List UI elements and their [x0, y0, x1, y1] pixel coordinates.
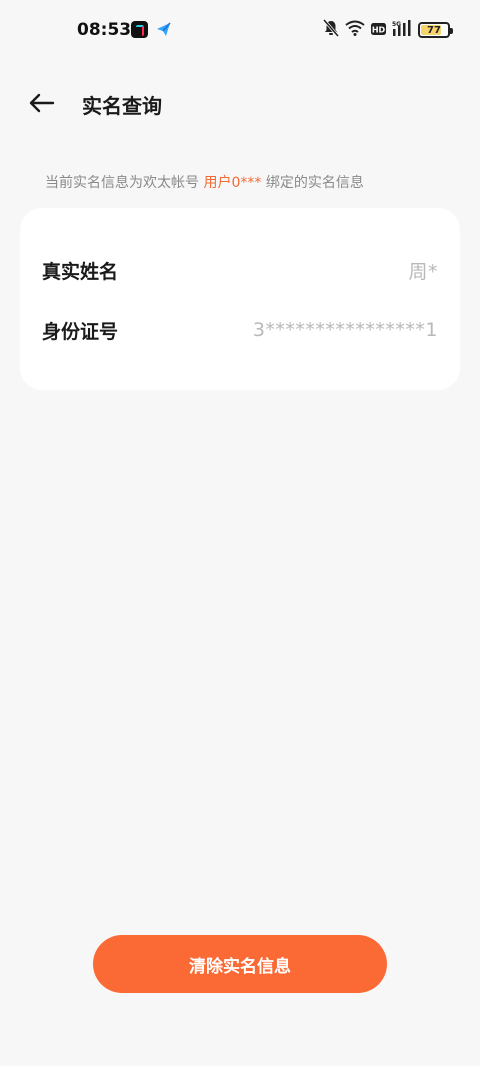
screen: 08:53 HD 5G 77 实名查询 当前实名信息为欢太帐号 用户0*** 绑… [0, 0, 480, 1066]
id-label: 身份证号 [42, 320, 119, 343]
name-value: 周* [408, 260, 438, 283]
name-label: 真实姓名 [42, 260, 119, 283]
signal-icon: 5G [392, 20, 412, 40]
account-name: 用户0*** [203, 175, 262, 191]
back-button[interactable] [26, 88, 58, 118]
name-row: 真实姓名 周* [20, 240, 460, 300]
status-time: 08:53 [77, 20, 132, 40]
id-row: 身份证号 3****************1 [20, 300, 460, 360]
account-info: 当前实名信息为欢太帐号 用户0*** 绑定的实名信息 [45, 172, 364, 192]
hd-icon: HD [371, 21, 386, 40]
id-value: 3****************1 [252, 319, 438, 341]
status-bar: 08:53 HD 5G 77 [0, 0, 480, 60]
status-icons: HD 5G 77 [322, 19, 453, 41]
realname-card: 真实姓名 周* 身份证号 3****************1 [20, 208, 460, 390]
send-icon [155, 21, 172, 38]
info-suffix: 绑定的实名信息 [265, 175, 364, 191]
battery-level: 77 [427, 24, 441, 36]
header: 实名查询 [0, 78, 480, 128]
tiktok-icon [131, 21, 148, 38]
mute-icon [322, 19, 340, 41]
page-title: 实名查询 [82, 94, 162, 118]
svg-text:HD: HD [372, 25, 386, 34]
battery-icon: 77 [418, 22, 453, 38]
info-prefix: 当前实名信息为欢太帐号 [45, 175, 199, 191]
back-arrow-icon [29, 93, 55, 113]
wifi-icon [345, 20, 365, 40]
clear-realname-button[interactable]: 清除实名信息 [93, 935, 387, 993]
